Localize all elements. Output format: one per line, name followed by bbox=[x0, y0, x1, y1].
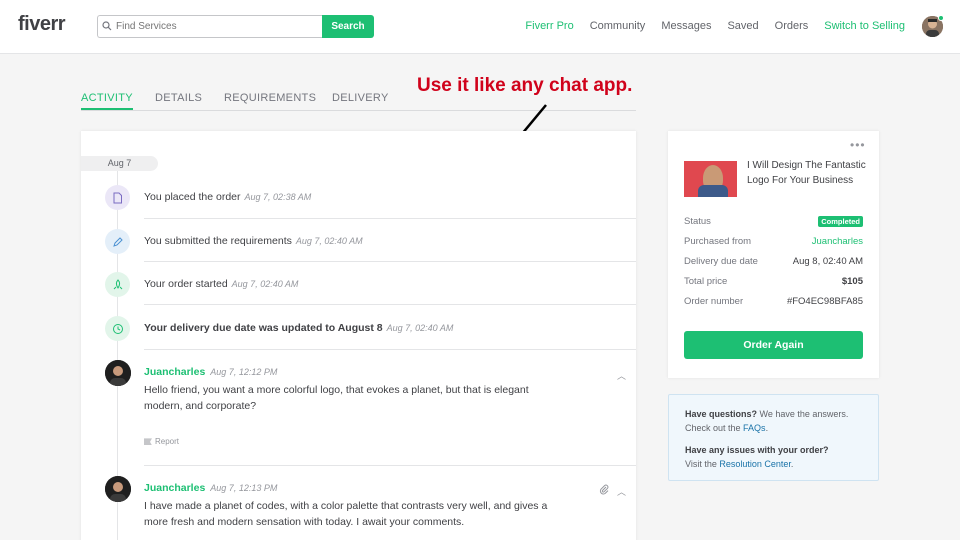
row-key: Total price bbox=[684, 276, 728, 287]
chat-message: Juancharles Aug 7, 12:13 PM ︿ I have made… bbox=[81, 466, 636, 540]
message-author[interactable]: Juancharles Aug 7, 12:13 PM bbox=[144, 482, 277, 494]
tab-delivery[interactable]: DELIVERY bbox=[332, 92, 389, 104]
event-label: Your delivery due date was updated to Au… bbox=[144, 322, 383, 334]
annotation-caption: Use it like any chat app. bbox=[417, 75, 633, 96]
row-value: #FO4EC98BFA85 bbox=[786, 296, 863, 307]
help-heading: Have questions? bbox=[685, 409, 758, 419]
chevron-up-icon[interactable]: ︿ bbox=[617, 369, 626, 382]
clock-icon bbox=[105, 316, 130, 341]
event-time: Aug 7, 02:40 AM bbox=[295, 236, 363, 246]
gig-title[interactable]: I Will Design The Fantastic Logo For You… bbox=[747, 159, 872, 188]
help-heading: Have any issues with your order? bbox=[685, 445, 829, 455]
activity-event: Your delivery due date was updated to Au… bbox=[81, 305, 636, 348]
pencil-icon bbox=[105, 229, 130, 254]
activity-feed: Aug 7 You placed the order Aug 7, 02:38 A… bbox=[81, 131, 636, 540]
divider bbox=[144, 349, 636, 350]
chevron-up-icon[interactable]: ︿ bbox=[617, 485, 626, 498]
help-faq: Have questions? We have the answers. Chec… bbox=[685, 407, 848, 435]
online-status-dot bbox=[938, 15, 944, 21]
help-box: Have questions? We have the answers. Chec… bbox=[668, 394, 879, 481]
activity-event: Your order started Aug 7, 02:40 AM bbox=[81, 262, 636, 305]
report-link[interactable]: Report bbox=[144, 437, 179, 446]
row-key: Delivery due date bbox=[684, 256, 758, 267]
document-icon bbox=[105, 185, 130, 210]
more-options-icon[interactable]: ••• bbox=[850, 138, 866, 152]
author-name[interactable]: Juancharles bbox=[144, 482, 205, 494]
order-again-button[interactable]: Order Again bbox=[684, 331, 863, 359]
help-text: Check out the bbox=[685, 423, 744, 433]
author-name[interactable]: Juancharles bbox=[144, 366, 205, 378]
search-bar: Search bbox=[97, 15, 374, 38]
nav-link-saved[interactable]: Saved bbox=[727, 20, 758, 32]
nav-link-community[interactable]: Community bbox=[590, 20, 646, 32]
search-input[interactable] bbox=[97, 15, 323, 38]
paperclip-icon[interactable] bbox=[599, 484, 609, 498]
help-text: We have the answers. bbox=[757, 409, 849, 419]
row-value: $105 bbox=[841, 276, 863, 287]
nav-link-switch-to-selling[interactable]: Switch to Selling bbox=[824, 20, 905, 32]
event-label: Your order started bbox=[144, 278, 228, 290]
date-pill: Aug 7 bbox=[81, 156, 158, 171]
resolution-center-link[interactable]: Resolution Center bbox=[719, 459, 791, 469]
nav-links: Fiverr Pro Community Messages Saved Orde… bbox=[525, 20, 905, 32]
event-time: Aug 7, 02:40 AM bbox=[231, 279, 299, 289]
tab-details[interactable]: DETAILS bbox=[155, 92, 202, 104]
faqs-link[interactable]: FAQs bbox=[743, 423, 766, 433]
row-key: Purchased from bbox=[684, 236, 752, 247]
message-time: Aug 7, 12:13 PM bbox=[210, 483, 278, 493]
event-time: Aug 7, 02:38 AM bbox=[244, 192, 312, 202]
row-key: Order number bbox=[684, 296, 744, 307]
order-row-purchased-from: Purchased from Juancharles bbox=[684, 236, 863, 250]
search-icon bbox=[102, 21, 112, 31]
row-key: Status bbox=[684, 216, 711, 227]
event-text: Your delivery due date was updated to Au… bbox=[144, 322, 453, 334]
avatar[interactable] bbox=[105, 360, 131, 386]
order-row-order-number: Order number #FO4EC98BFA85 bbox=[684, 296, 863, 310]
order-summary-card: ••• I Will Design The Fantastic Logo For… bbox=[668, 131, 879, 378]
search-button[interactable]: Search bbox=[322, 15, 374, 38]
tab-activity[interactable]: ACTIVITY bbox=[81, 92, 133, 110]
top-navbar: fiverr Search Fiverr Pro Community Messa… bbox=[0, 0, 960, 54]
row-value: Aug 8, 02:40 AM bbox=[792, 256, 863, 267]
event-text: You submitted the requirements Aug 7, 02:… bbox=[144, 235, 363, 247]
flag-icon bbox=[144, 438, 152, 446]
avatar[interactable] bbox=[105, 476, 131, 502]
event-label: You placed the order bbox=[144, 191, 241, 203]
activity-event: You submitted the requirements Aug 7, 02:… bbox=[81, 219, 636, 262]
help-text: . bbox=[790, 459, 794, 469]
report-label[interactable]: Report bbox=[155, 437, 179, 446]
message-body: Hello friend, you want a more colorful l… bbox=[144, 384, 529, 412]
gig-thumbnail[interactable] bbox=[684, 161, 737, 197]
event-time: Aug 7, 02:40 AM bbox=[386, 323, 454, 333]
help-text: Visit the bbox=[685, 459, 720, 469]
event-text: You placed the order Aug 7, 02:38 AM bbox=[144, 191, 311, 203]
message-body: I have made a planet of codes, with a co… bbox=[144, 500, 548, 528]
nav-link-orders[interactable]: Orders bbox=[775, 20, 809, 32]
activity-event: You placed the order Aug 7, 02:38 AM bbox=[81, 176, 636, 219]
order-row-total-price: Total price $105 bbox=[684, 276, 863, 290]
nav-link-fiverr-pro[interactable]: Fiverr Pro bbox=[525, 20, 573, 32]
message-author[interactable]: Juancharles Aug 7, 12:12 PM bbox=[144, 366, 277, 378]
message-time: Aug 7, 12:12 PM bbox=[210, 367, 278, 377]
event-text: Your order started Aug 7, 02:40 AM bbox=[144, 278, 298, 290]
order-row-due-date: Delivery due date Aug 8, 02:40 AM bbox=[684, 256, 863, 270]
help-resolution: Have any issues with your order? Visit th… bbox=[685, 443, 829, 471]
thumbnail-shirt bbox=[698, 185, 728, 197]
nav-link-messages[interactable]: Messages bbox=[661, 20, 711, 32]
chat-message: Juancharles Aug 7, 12:12 PM ︿ Hello frien… bbox=[81, 349, 636, 466]
rocket-icon bbox=[105, 272, 130, 297]
event-label: You submitted the requirements bbox=[144, 235, 292, 247]
order-row-status: Status Completed bbox=[684, 216, 863, 230]
fiverr-logo[interactable]: fiverr bbox=[18, 13, 66, 36]
help-text: . bbox=[765, 423, 769, 433]
tab-requirements[interactable]: REQUIREMENTS bbox=[224, 92, 316, 104]
status-badge: Completed bbox=[818, 216, 863, 227]
seller-link[interactable]: Juancharles bbox=[812, 236, 863, 247]
